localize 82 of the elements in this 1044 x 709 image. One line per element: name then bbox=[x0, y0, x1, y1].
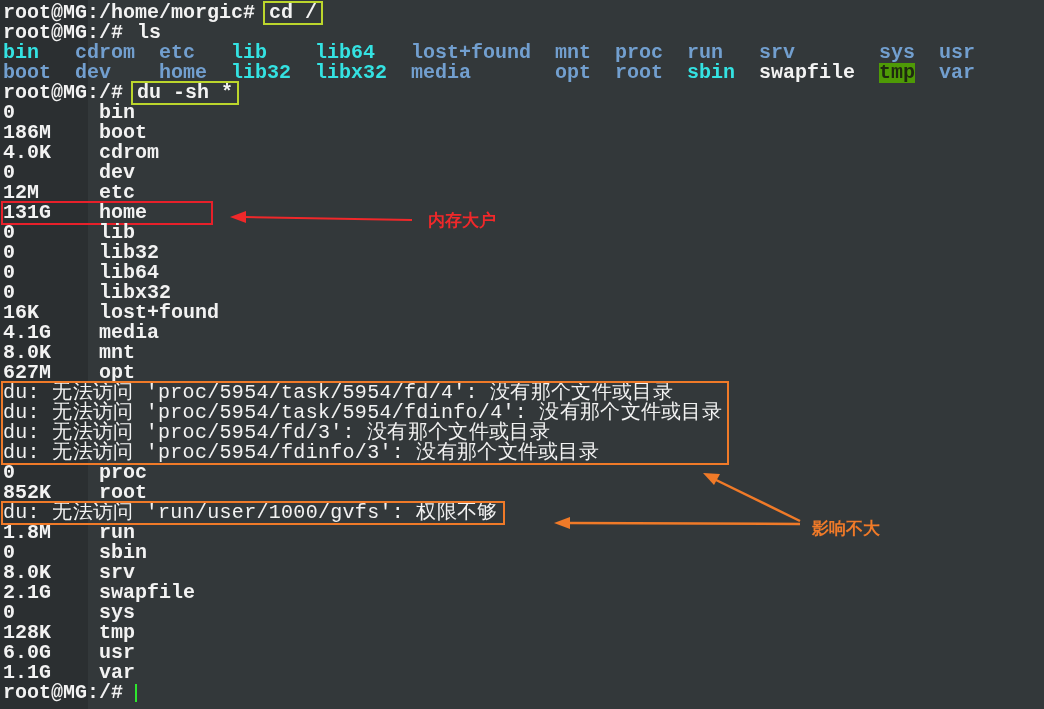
file-name: lib32 bbox=[231, 63, 291, 83]
shell-prompt: root@MG:/# bbox=[3, 83, 124, 103]
size-value: 8.0K bbox=[3, 561, 51, 584]
size-value: 8.0K bbox=[3, 341, 51, 364]
size-value: 0 bbox=[3, 461, 15, 484]
size-value: 0 bbox=[3, 261, 15, 284]
file-name: tmp bbox=[879, 63, 916, 83]
file-name: var bbox=[99, 663, 136, 683]
file-name: bin bbox=[99, 103, 136, 123]
command-text: du -sh * bbox=[131, 81, 240, 105]
file-name: lib bbox=[99, 223, 136, 243]
size-value: 2.1G bbox=[3, 581, 51, 604]
file-name: usr bbox=[939, 43, 976, 63]
shell-prompt: root@MG:/home/morgic# bbox=[3, 3, 256, 23]
size-value: 0 bbox=[3, 101, 15, 124]
file-name: etc bbox=[99, 183, 136, 203]
size-value: 0 bbox=[3, 601, 15, 624]
file-name: lib32 bbox=[99, 243, 160, 263]
command-text: ls bbox=[137, 21, 162, 45]
file-name: cdrom bbox=[99, 143, 160, 163]
size-value: 0 bbox=[3, 541, 15, 564]
size-value: 186M bbox=[3, 121, 51, 144]
file-name: root bbox=[615, 63, 664, 83]
file-name: boot bbox=[99, 123, 148, 143]
file-name: etc bbox=[159, 43, 195, 63]
size-value: 4.1G bbox=[3, 321, 51, 344]
file-name: dev bbox=[99, 163, 136, 183]
size-value: 4.0K bbox=[3, 141, 51, 164]
size-value: 1.8M bbox=[3, 521, 51, 544]
file-name: lost+found bbox=[99, 303, 220, 323]
size-value: 0 bbox=[3, 221, 15, 244]
size-value: 128K bbox=[3, 621, 51, 644]
file-name: proc bbox=[99, 463, 148, 483]
size-value: 0 bbox=[3, 281, 15, 304]
file-name: lib64 bbox=[99, 263, 160, 283]
file-name: sbin bbox=[99, 543, 148, 563]
file-name: lost+found bbox=[411, 43, 532, 63]
file-name: home bbox=[99, 203, 148, 223]
error-message: du: 无法访问 'proc/5954/fdinfo/3': 没有那个文件或目录 bbox=[3, 443, 600, 463]
file-name: sbin bbox=[687, 63, 736, 83]
file-name: mnt bbox=[555, 43, 592, 63]
size-value: 1.1G bbox=[3, 661, 51, 684]
file-name: proc bbox=[615, 43, 664, 63]
annotation-label: 影响不大 bbox=[812, 518, 880, 538]
file-name: cdrom bbox=[75, 43, 135, 63]
file-name: root bbox=[99, 483, 148, 503]
shell-prompt: root@MG:/# bbox=[3, 23, 124, 43]
size-value: 0 bbox=[3, 241, 15, 264]
command-text: cd / bbox=[263, 1, 324, 25]
file-name: mnt bbox=[99, 343, 136, 363]
size-value: 0 bbox=[3, 161, 15, 184]
file-name: home bbox=[159, 63, 207, 83]
file-name: sys bbox=[99, 603, 136, 623]
file-name: libx32 bbox=[315, 63, 387, 83]
file-name: opt bbox=[99, 363, 136, 383]
shell-prompt: root@MG:/# bbox=[3, 683, 124, 703]
file-name: boot bbox=[3, 63, 51, 83]
size-value: 12M bbox=[3, 181, 39, 204]
file-name: tmp bbox=[99, 623, 136, 643]
file-name: lib bbox=[231, 43, 267, 63]
file-name: swapfile bbox=[99, 583, 196, 603]
file-name: srv bbox=[99, 563, 136, 583]
file-name: opt bbox=[555, 63, 592, 83]
file-name: usr bbox=[99, 643, 136, 663]
size-value: 852K bbox=[3, 481, 51, 504]
file-name: run bbox=[687, 43, 724, 63]
size-value: 16K bbox=[3, 301, 39, 324]
annotation-label: 内存大户 bbox=[428, 210, 496, 230]
file-name: swapfile bbox=[759, 63, 856, 83]
file-name: run bbox=[99, 523, 136, 543]
size-value: 627M bbox=[3, 361, 51, 384]
file-name: var bbox=[939, 63, 976, 83]
file-name: dev bbox=[75, 63, 111, 83]
file-name: media bbox=[99, 323, 160, 343]
file-name: srv bbox=[759, 43, 796, 63]
file-name: sys bbox=[879, 43, 916, 63]
size-value: 131G bbox=[3, 201, 51, 224]
file-name: libx32 bbox=[99, 283, 172, 303]
file-name: lib64 bbox=[315, 43, 375, 63]
file-name: bin bbox=[3, 43, 39, 63]
file-name: media bbox=[411, 63, 472, 83]
size-value: 6.0G bbox=[3, 641, 51, 664]
